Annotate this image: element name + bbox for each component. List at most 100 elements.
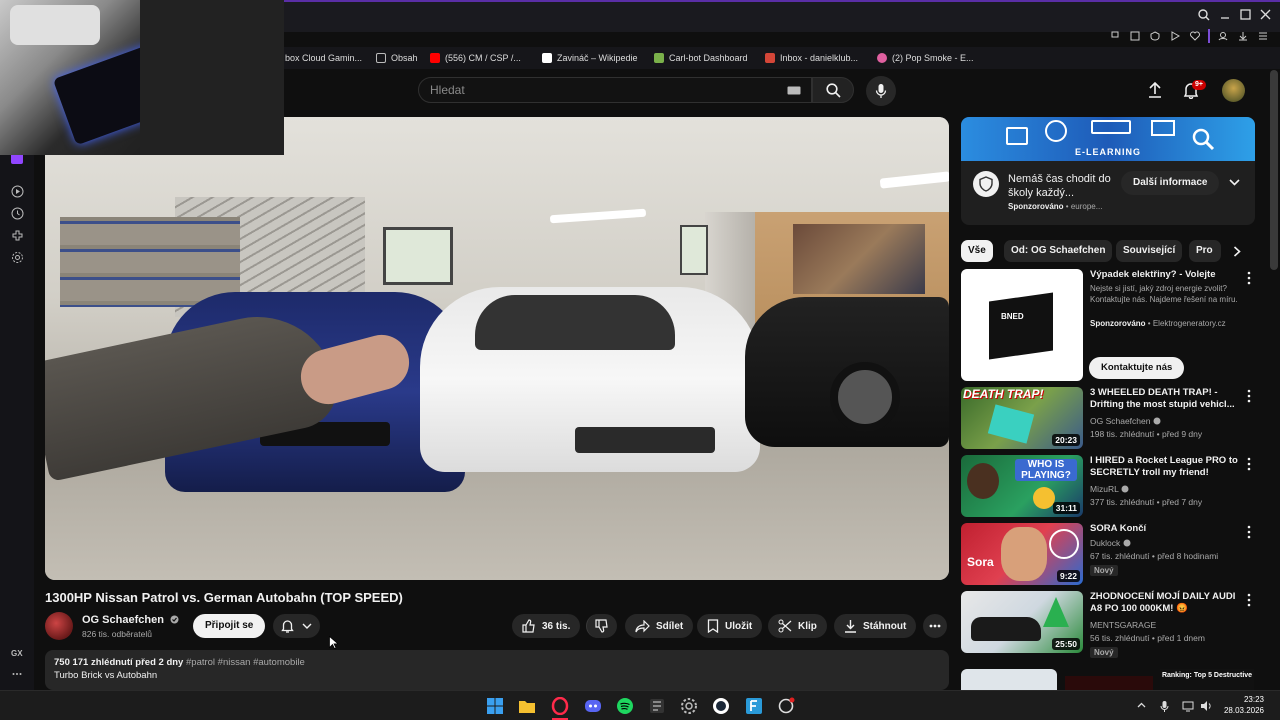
like-count: 36 tis. xyxy=(542,620,571,632)
chip-all[interactable]: Vše xyxy=(961,240,993,262)
subscribe-bell-button[interactable] xyxy=(273,614,320,638)
channel-name[interactable]: OG Schaefchen xyxy=(1090,416,1161,426)
steam-icon[interactable] xyxy=(712,697,730,715)
download-icon[interactable] xyxy=(1238,31,1248,41)
sponsored-card[interactable]: BNED Výpadek elektřiny? - Volejte Nejste… xyxy=(961,269,1261,381)
chevron-down-icon[interactable] xyxy=(1229,179,1240,187)
search-input[interactable]: Hledat xyxy=(418,77,812,103)
dislike-button[interactable] xyxy=(586,614,617,638)
channel-name[interactable]: MizuRL xyxy=(1090,484,1129,494)
share-button[interactable]: Sdílet xyxy=(625,614,694,638)
heart-icon[interactable] xyxy=(1190,31,1200,41)
video-thumbnail: Sora 9:22 xyxy=(961,523,1083,585)
play-icon[interactable] xyxy=(1170,31,1180,41)
microphone-icon[interactable] xyxy=(1160,700,1169,712)
player-icon[interactable] xyxy=(11,185,24,198)
download-label: Stáhnout xyxy=(863,620,907,632)
download-button[interactable]: Stáhnout xyxy=(834,614,917,638)
chevron-right-icon[interactable] xyxy=(1233,246,1241,257)
bookmark-item[interactable]: (2) Pop Smoke - E... xyxy=(877,47,974,69)
join-button[interactable]: Připojit se xyxy=(193,614,266,638)
more-vertical-icon[interactable] xyxy=(1246,457,1252,471)
ad-card[interactable]: E-LEARNING Nemáš čas chodit do školy kaž… xyxy=(961,117,1255,225)
spotify-icon[interactable] xyxy=(616,697,634,715)
windows-start-icon[interactable] xyxy=(486,697,504,715)
chip-from-channel[interactable]: Od: OG Schaefchen xyxy=(1004,240,1113,262)
partial-thumbnail[interactable] xyxy=(1065,676,1153,690)
file-explorer-icon[interactable] xyxy=(518,697,536,715)
shield-icon[interactable] xyxy=(1150,31,1160,41)
bookmark-item[interactable]: box Cloud Gamin... xyxy=(285,47,362,69)
opera-gx-icon[interactable] xyxy=(551,697,569,715)
network-icon[interactable] xyxy=(1182,700,1194,712)
recommendation-item[interactable]: WHO IS PLAYING? 31:11 I HIRED a Rocket L… xyxy=(961,455,1261,517)
bookmark-item[interactable]: Inbox - danielklub... xyxy=(765,47,858,69)
new-badge: Nový xyxy=(1090,647,1118,658)
settings-icon[interactable] xyxy=(11,251,24,264)
user-avatar[interactable] xyxy=(1222,79,1245,102)
person-graphic xyxy=(967,463,999,499)
more-vertical-icon[interactable] xyxy=(1246,593,1252,607)
clock-time: 23:23 xyxy=(1243,695,1264,704)
video-player[interactable] xyxy=(45,117,949,580)
hashtags[interactable]: #patrol #nissan #automobile xyxy=(186,657,305,668)
channel-name-text: OG Schaefchen xyxy=(82,614,164,626)
bookmark-item[interactable]: Obsah xyxy=(376,47,418,69)
search-button[interactable] xyxy=(812,77,854,103)
app-icon[interactable] xyxy=(745,697,763,715)
maximize-icon[interactable] xyxy=(1240,9,1251,20)
profile-icon[interactable] xyxy=(1218,31,1228,41)
volume-icon[interactable] xyxy=(1200,700,1212,712)
snapshot-icon[interactable] xyxy=(1130,31,1140,41)
bookmark-app-icon[interactable] xyxy=(648,697,666,715)
close-icon[interactable] xyxy=(1260,9,1271,20)
search-placeholder: Hledat xyxy=(430,83,465,97)
channel-name[interactable]: Duklock xyxy=(1090,538,1131,548)
more-vertical-icon[interactable] xyxy=(1246,389,1252,403)
bookmark-item[interactable]: Carl-bot Dashboard xyxy=(654,47,748,69)
settings-icon[interactable] xyxy=(680,697,698,715)
pin-icon[interactable] xyxy=(1110,31,1120,41)
browser-sidebar: GX xyxy=(0,150,34,690)
more-icon[interactable] xyxy=(12,672,22,676)
recommendation-item[interactable]: 25:50 ZHODNOCENÍ MOJÍ DAILY AUDI A8 PO 1… xyxy=(961,591,1261,658)
keyboard-icon[interactable] xyxy=(787,86,801,95)
carlbot-icon xyxy=(654,53,664,63)
like-button[interactable]: 36 tis. xyxy=(512,614,581,638)
discord-icon[interactable] xyxy=(584,697,602,715)
chatgpt-icon[interactable] xyxy=(777,697,795,715)
search-icon xyxy=(825,82,841,98)
menu-icon[interactable] xyxy=(1258,31,1268,41)
search-icon[interactable] xyxy=(1198,9,1210,21)
bookmark-item[interactable]: (556) CM / CSP /... xyxy=(430,47,521,69)
chip-for-you[interactable]: Pro xyxy=(1189,240,1221,262)
more-vertical-icon[interactable] xyxy=(1246,271,1252,285)
partial-thumbnail-text: Ranking: Top 5 Destructive xyxy=(1160,669,1254,690)
channel-avatar[interactable] xyxy=(45,612,73,640)
chevron-up-icon[interactable] xyxy=(1137,702,1146,708)
description-text: Turbo Brick vs Autobahn xyxy=(54,670,158,681)
partial-thumbnail[interactable] xyxy=(961,669,1057,690)
upload-icon[interactable] xyxy=(1147,82,1163,99)
clip-button[interactable]: Klip xyxy=(768,614,827,638)
recommendation-item[interactable]: DEATH TRAP! 20:23 3 WHEELED DEATH TRAP! … xyxy=(961,387,1261,449)
recommendation-item[interactable]: Sora 9:22 SORA Končí Duklock 67 tis. zhl… xyxy=(961,523,1261,585)
ad-cta-button[interactable]: Další informace xyxy=(1121,171,1220,195)
save-button[interactable]: Uložit xyxy=(697,614,763,638)
minimize-icon[interactable] xyxy=(1220,10,1230,20)
shelving xyxy=(60,217,240,307)
description-box[interactable]: 750 171 zhlédnutí před 2 dny #patrol #ni… xyxy=(45,650,949,690)
channel-name[interactable]: OG Schaefchen xyxy=(82,614,179,626)
page-scrollbar[interactable] xyxy=(1270,70,1278,270)
more-actions-button[interactable] xyxy=(923,614,947,638)
voice-search-button[interactable] xyxy=(866,76,896,106)
history-icon[interactable] xyxy=(11,207,24,220)
contact-button[interactable]: Kontaktujte nás xyxy=(1089,357,1185,379)
channel-name[interactable]: MENTSGARAGE xyxy=(1090,620,1156,630)
bookmark-item[interactable]: Zavináč – Wikipedie xyxy=(542,47,638,69)
more-vertical-icon[interactable] xyxy=(1246,525,1252,539)
system-clock[interactable]: 23:23 28.03.2026 xyxy=(1224,694,1264,716)
extensions-icon[interactable] xyxy=(11,229,24,242)
chip-related[interactable]: Související xyxy=(1116,240,1183,262)
emoji-graphic xyxy=(1033,487,1055,509)
